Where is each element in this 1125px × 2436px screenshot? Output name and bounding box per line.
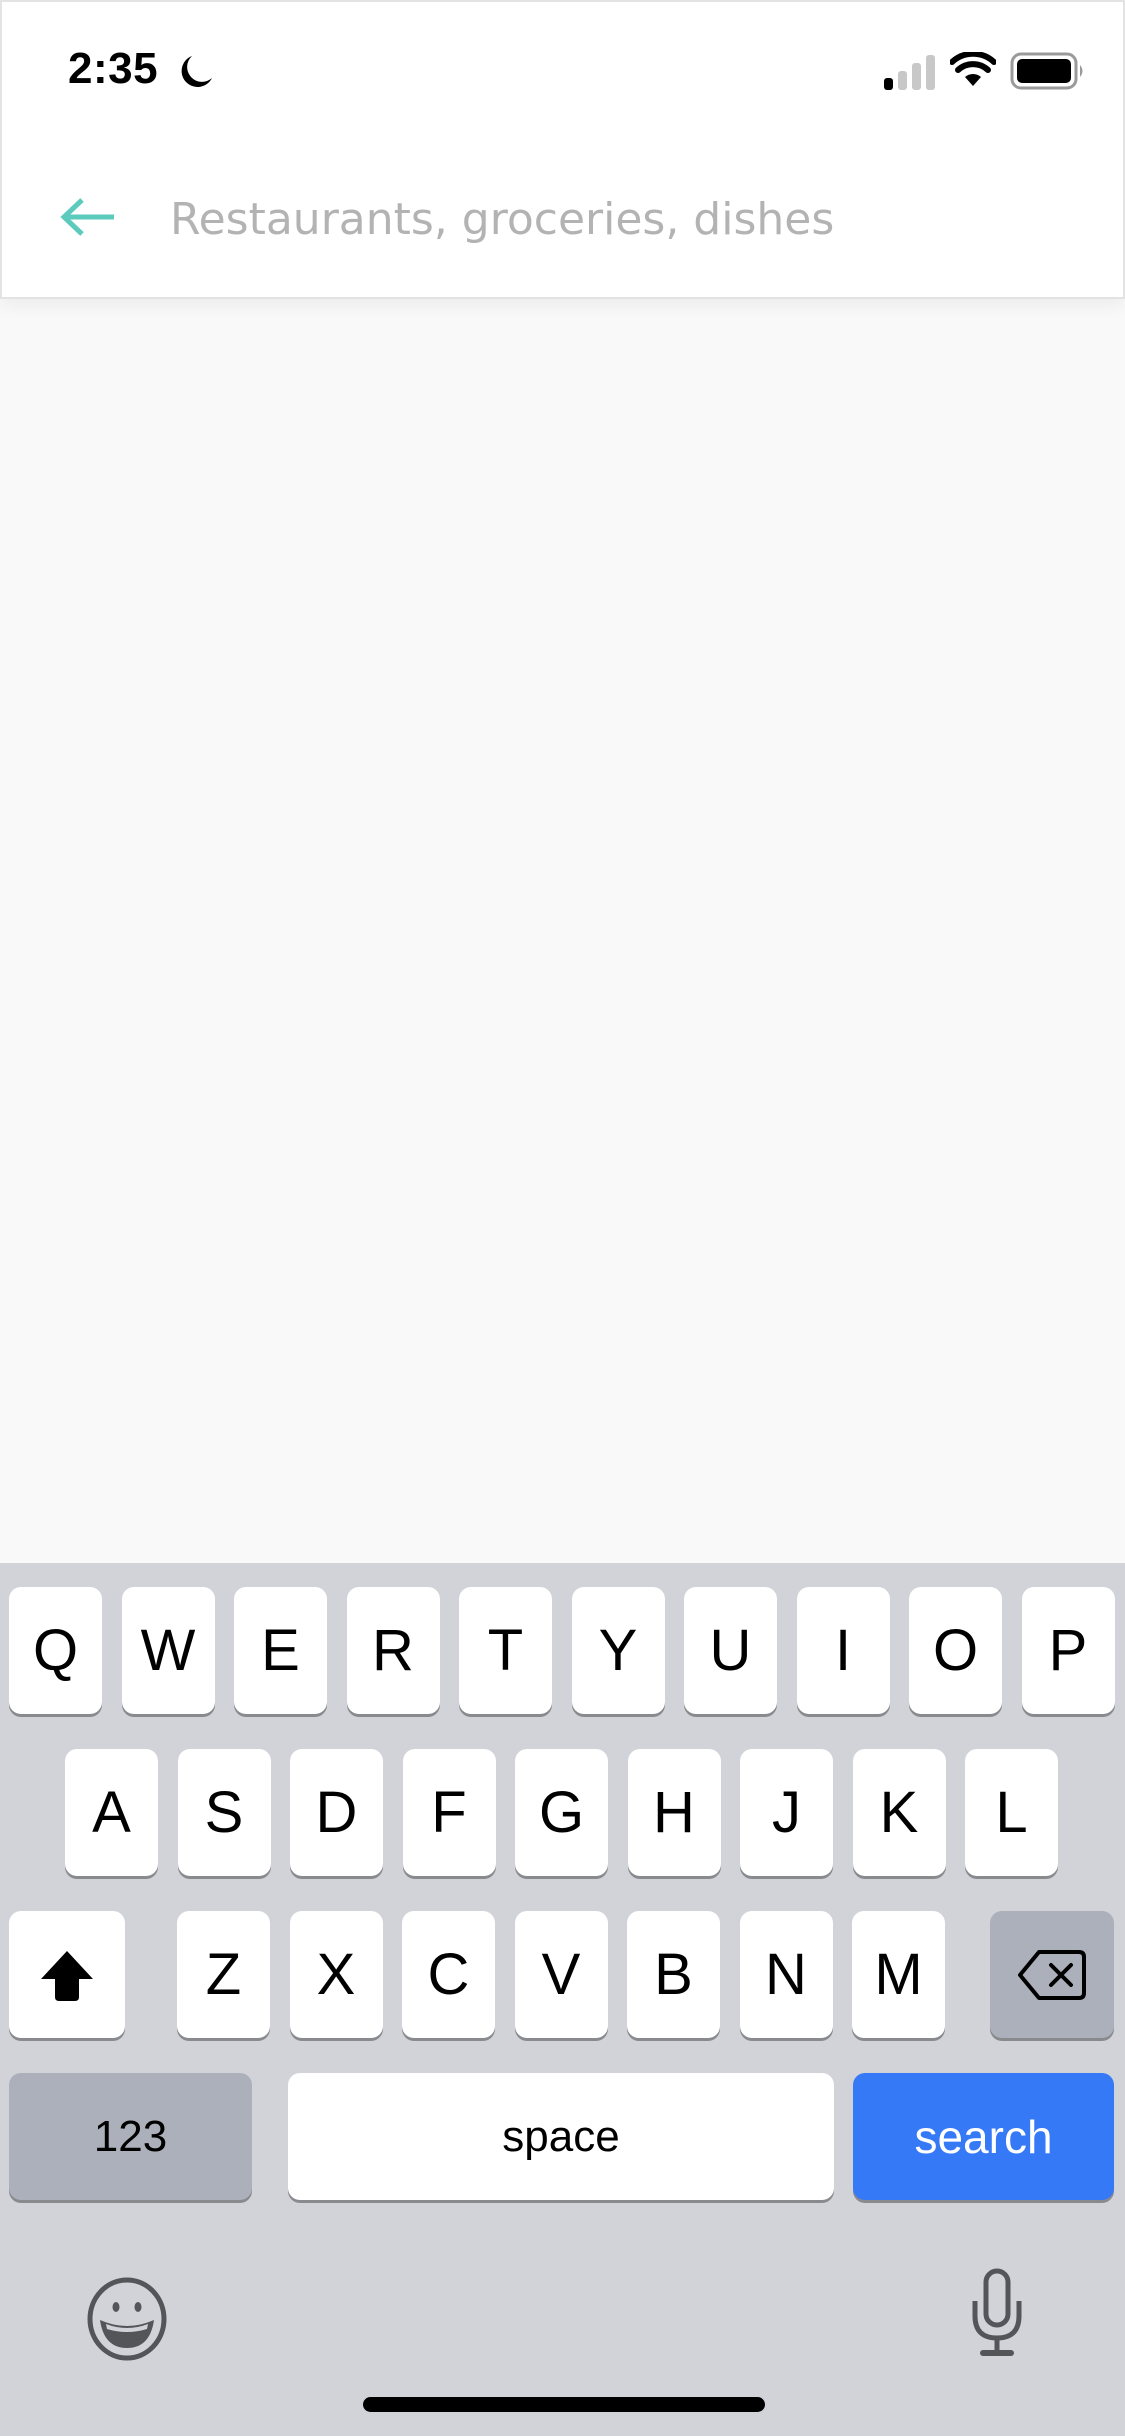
key-p[interactable]: P (1021, 1587, 1115, 1714)
key-f[interactable]: F (402, 1749, 496, 1876)
key-j[interactable]: J (740, 1749, 833, 1876)
key-r[interactable]: R (346, 1587, 440, 1714)
delete-key[interactable] (990, 1911, 1114, 2038)
key-c[interactable]: C (402, 1911, 495, 2038)
key-u[interactable]: U (684, 1587, 777, 1714)
key-m[interactable]: M (852, 1911, 945, 2038)
search-input[interactable] (170, 182, 1070, 256)
key-q[interactable]: Q (9, 1587, 102, 1714)
key-o[interactable]: O (909, 1587, 1002, 1714)
shift-key[interactable] (9, 1911, 125, 2038)
back-button[interactable] (50, 182, 126, 252)
delete-icon (1018, 1949, 1086, 2000)
signal-icon (884, 55, 935, 90)
key-b[interactable]: B (627, 1911, 720, 2038)
key-l[interactable]: L (965, 1749, 1058, 1876)
numbers-key[interactable]: 123 (9, 2073, 252, 2200)
key-t[interactable]: T (459, 1587, 552, 1714)
signal-bar-1 (884, 78, 893, 90)
key-x[interactable]: X (289, 1911, 383, 2038)
signal-bar-2 (898, 71, 907, 90)
signal-bar-4 (926, 55, 935, 90)
microphone-icon[interactable] (962, 2268, 1032, 2358)
moon-icon (181, 56, 212, 87)
key-w[interactable]: W (121, 1587, 215, 1714)
key-s[interactable]: S (177, 1749, 271, 1876)
key-y[interactable]: Y (571, 1587, 665, 1714)
key-e[interactable]: E (234, 1587, 327, 1714)
emoji-icon[interactable] (84, 2276, 170, 2362)
key-i[interactable]: I (796, 1587, 890, 1714)
shift-icon (41, 1950, 93, 2001)
key-v[interactable]: V (514, 1911, 608, 2038)
key-z[interactable]: Z (177, 1911, 270, 2038)
key-k[interactable]: K (852, 1749, 946, 1876)
key-g[interactable]: G (515, 1749, 608, 1876)
space-key[interactable]: space (288, 2073, 834, 2200)
results-area (0, 299, 1125, 1563)
key-n[interactable]: N (739, 1911, 833, 2038)
search-key[interactable]: search (853, 2073, 1114, 2200)
screen: 2:35 QWERTYUIOP (0, 0, 1125, 2436)
arrow-left-icon (60, 198, 114, 236)
key-h[interactable]: H (627, 1749, 721, 1876)
home-indicator (363, 2397, 765, 2412)
key-a[interactable]: A (65, 1749, 158, 1876)
header: 2:35 (0, 0, 1125, 299)
wifi-icon (950, 52, 996, 86)
signal-bar-3 (912, 63, 921, 90)
key-d[interactable]: D (290, 1749, 383, 1876)
battery-icon (1010, 52, 1083, 90)
keyboard: QWERTYUIOP ASDFGHJKL ZXCVBNM 123 space s… (0, 1563, 1125, 2436)
status-time: 2:35 (68, 44, 159, 93)
